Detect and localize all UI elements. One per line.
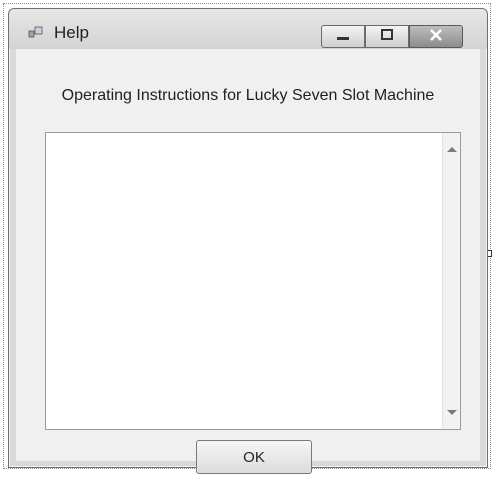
close-icon	[429, 28, 443, 46]
title-bar[interactable]: Help	[9, 9, 487, 49]
ok-button[interactable]: OK	[196, 440, 312, 474]
minimize-button[interactable]	[321, 25, 365, 48]
scroll-down-icon[interactable]	[447, 410, 457, 415]
vertical-scrollbar[interactable]	[442, 133, 460, 429]
form-icon	[28, 26, 44, 40]
maximize-button[interactable]	[365, 25, 409, 48]
scroll-up-icon[interactable]	[447, 147, 457, 152]
help-window: Help Operating Instructions for Lucky Se…	[8, 8, 488, 474]
client-area: Operating Instructions for Lucky Seven S…	[16, 49, 480, 474]
instructions-textbox[interactable]	[45, 132, 461, 430]
instructions-heading: Operating Instructions for Lucky Seven S…	[61, 87, 435, 104]
minimize-icon	[336, 28, 350, 46]
close-button[interactable]	[409, 25, 463, 48]
window-title: Help	[54, 23, 89, 42]
maximize-icon	[380, 28, 394, 46]
